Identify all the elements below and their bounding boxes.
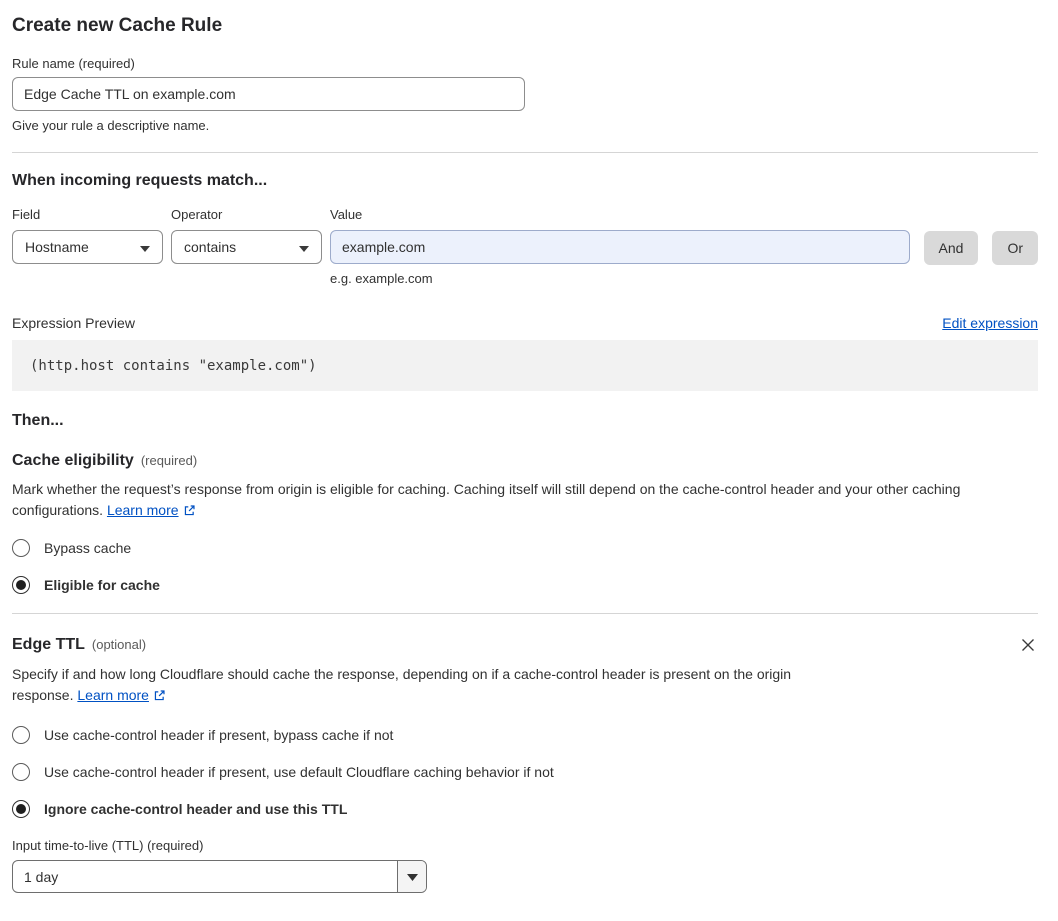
operator-select[interactable]: contains: [171, 230, 322, 264]
chevron-down-icon: [140, 239, 150, 255]
operator-label: Operator: [171, 207, 223, 222]
field-select[interactable]: Hostname: [12, 230, 163, 264]
radio-option-bypass-cache[interactable]: Bypass cache: [12, 539, 1038, 557]
value-input[interactable]: [330, 230, 910, 264]
value-column: Value e.g. example.com: [330, 207, 910, 286]
cache-eligibility-description: Mark whether the request’s response from…: [12, 481, 961, 520]
condition-buttons: And Or: [923, 231, 1038, 265]
radio-option-use-header-bypass[interactable]: Use cache-control header if present, byp…: [12, 726, 1038, 744]
ttl-label: Input time-to-live (TTL) (required): [12, 838, 204, 853]
edge-ttl-description: Specify if and how long Cloudflare shoul…: [12, 666, 792, 705]
page-title: Create new Cache Rule: [12, 15, 223, 36]
external-link-icon: [183, 504, 196, 520]
operator-column: Operator contains: [171, 207, 322, 264]
radio-label: Bypass cache: [44, 540, 132, 556]
radio-option-use-header-default[interactable]: Use cache-control header if present, use…: [12, 763, 1038, 781]
edit-expression-link[interactable]: Edit expression: [942, 315, 1038, 331]
edge-ttl-learn-more-link[interactable]: Learn more: [77, 687, 149, 703]
chevron-down-icon: [406, 868, 418, 886]
value-help: e.g. example.com: [330, 271, 433, 286]
expression-preview-row: Expression Preview Edit expression: [12, 315, 1038, 331]
expression-preview-label: Expression Preview: [12, 315, 135, 331]
radio-label: Use cache-control header if present, byp…: [44, 727, 394, 743]
cache-eligibility-learn-more-link[interactable]: Learn more: [107, 502, 179, 518]
ttl-combobox[interactable]: 1 day: [12, 860, 427, 893]
value-label: Value: [330, 207, 363, 222]
then-heading: Then...: [12, 412, 64, 429]
ttl-combobox-value[interactable]: 1 day: [13, 861, 397, 892]
rule-name-label: Rule name (required): [12, 56, 135, 71]
rule-name-help: Give your rule a descriptive name.: [12, 118, 210, 133]
ttl-combobox-dropdown-button[interactable]: [397, 861, 426, 892]
close-icon[interactable]: [1018, 635, 1038, 655]
radio-icon-checked[interactable]: [12, 800, 30, 818]
radio-icon-checked[interactable]: [12, 576, 30, 594]
field-select-value: Hostname: [25, 239, 89, 255]
radio-icon[interactable]: [12, 726, 30, 744]
create-cache-rule-form: Create new Cache Rule Rule name (require…: [0, 15, 1058, 893]
radio-label: Ignore cache-control header and use this…: [44, 801, 348, 817]
field-column: Field Hostname: [12, 207, 163, 264]
or-button[interactable]: Or: [992, 231, 1038, 265]
edge-ttl-qualifier: (optional): [91, 637, 147, 652]
field-label: Field: [12, 207, 41, 222]
edge-ttl-heading: Edge TTL (optional): [12, 636, 147, 653]
radio-option-eligible-for-cache[interactable]: Eligible for cache: [12, 576, 1038, 594]
divider: [12, 613, 1038, 614]
radio-icon[interactable]: [12, 763, 30, 781]
radio-label: Use cache-control header if present, use…: [44, 764, 554, 780]
operator-select-value: contains: [184, 239, 237, 255]
cache-eligibility-qualifier: (required): [140, 453, 198, 468]
chevron-down-icon: [299, 239, 309, 255]
and-button[interactable]: And: [923, 231, 979, 265]
divider: [12, 152, 1038, 153]
external-link-icon: [153, 689, 166, 705]
expression-preview-code: (http.host contains "example.com"): [12, 340, 1038, 391]
radio-icon[interactable]: [12, 539, 30, 557]
edge-ttl-header: Edge TTL (optional): [12, 635, 1038, 655]
cache-eligibility-heading: Cache eligibility (required): [12, 452, 198, 469]
match-section-heading: When incoming requests match...: [12, 172, 268, 189]
rule-name-input[interactable]: [12, 77, 525, 111]
radio-option-ignore-header-use-ttl[interactable]: Ignore cache-control header and use this…: [12, 800, 1038, 818]
match-row: Field Hostname Operator contains Value e…: [12, 207, 1038, 286]
radio-label: Eligible for cache: [44, 577, 160, 593]
